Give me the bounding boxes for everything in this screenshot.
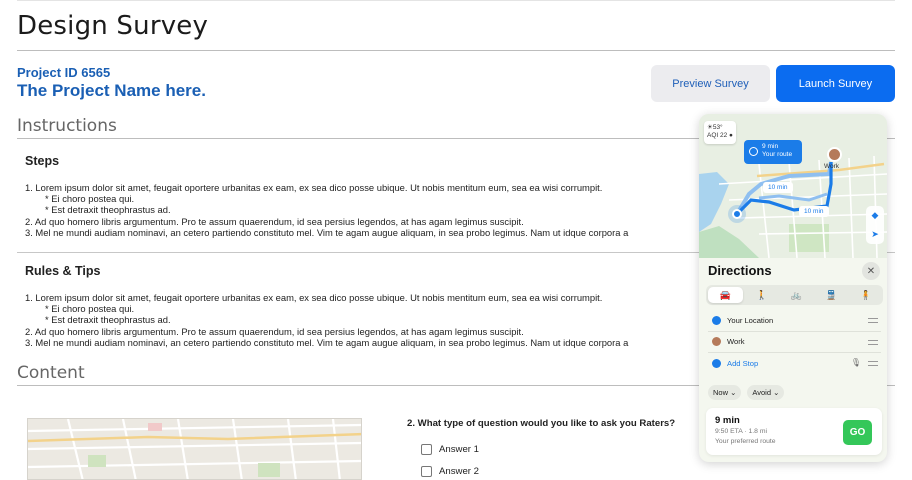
rules-list: 1. Lorem ipsum dolor sit amet, feugait o… xyxy=(25,292,628,348)
answer-2-label: Answer 2 xyxy=(439,466,479,477)
preview-survey-button[interactable]: Preview Survey xyxy=(651,65,770,102)
route-chip-time: 9 min xyxy=(762,143,779,150)
walk-mode-icon[interactable]: 🚶 xyxy=(745,285,780,305)
layers-icon[interactable]: ◆ xyxy=(866,206,884,225)
page-title: Design Survey xyxy=(17,11,209,41)
list-item: * Est detraxit theophrastus ad. xyxy=(45,204,171,216)
drag-handle-icon[interactable] xyxy=(868,361,878,366)
add-stop[interactable]: Add Stop 🎙 xyxy=(708,353,881,375)
directions-title: Directions xyxy=(708,263,772,278)
stop-work[interactable]: Work xyxy=(708,332,881,353)
route-card[interactable]: 9 min 9:50 ETA · 1.8 mi Your preferred r… xyxy=(706,408,882,455)
project-id: Project ID 6565 xyxy=(17,65,111,80)
go-button[interactable]: GO xyxy=(843,420,872,445)
instructions-heading: Instructions xyxy=(17,116,117,136)
location-icon xyxy=(712,315,721,325)
list-item: 3. Mel ne mundi audiam nominavi, an cete… xyxy=(25,226,629,238)
work-pin-icon[interactable] xyxy=(827,147,842,162)
transit-mode-icon[interactable]: 🚆 xyxy=(814,285,849,305)
depart-now-button[interactable]: Now ⌄ xyxy=(708,385,742,400)
answer-option-1[interactable]: Answer 1 xyxy=(421,444,479,455)
weather-badge: ☀53° AQI 22 ● xyxy=(704,121,736,144)
launch-survey-button[interactable]: Launch Survey xyxy=(776,65,895,102)
route-options: Now ⌄ Avoid ⌄ xyxy=(708,385,785,400)
weather-aqi: AQI 22 ● xyxy=(707,132,733,139)
map-thumbnail[interactable] xyxy=(27,418,362,480)
rideshare-mode-icon[interactable]: 🧍 xyxy=(848,285,883,305)
avoid-button[interactable]: Avoid ⌄ xyxy=(747,385,785,400)
top-divider xyxy=(17,0,895,1)
work-icon xyxy=(712,337,721,347)
stop-label: Your Location xyxy=(727,315,774,325)
locate-arrow-icon[interactable]: ➤ xyxy=(866,225,884,244)
route-stops: Your Location Work Add Stop 🎙 xyxy=(708,310,881,374)
rules-heading: Rules & Tips xyxy=(25,264,101,278)
bike-mode-icon[interactable]: 🚲 xyxy=(779,285,814,305)
list-item: 3. Mel ne mundi audiam nominavi, an cete… xyxy=(25,336,629,348)
drag-handle-icon[interactable] xyxy=(868,339,878,345)
weather-temp: ☀53° xyxy=(707,124,723,131)
alt-route-time-2[interactable]: 10 min xyxy=(799,206,829,217)
route-note: Your preferred route xyxy=(715,438,776,445)
drag-handle-icon[interactable] xyxy=(868,318,878,323)
alt-route-time-1[interactable]: 10 min xyxy=(763,182,793,193)
list-item: * Ei choro postea qui. xyxy=(45,303,135,315)
transport-mode-selector: 🚘 🚶 🚲 🚆 🧍 xyxy=(706,285,883,305)
content-heading: Content xyxy=(17,363,85,383)
list-item: * Est detraxit theophrastus ad. xyxy=(45,314,171,326)
current-location-icon xyxy=(732,209,742,219)
answer-1-label: Answer 1 xyxy=(439,444,479,455)
steps-heading: Steps xyxy=(25,154,60,168)
route-eta: 9:50 ETA · 1.8 mi xyxy=(715,428,768,435)
list-item: 1. Lorem ipsum dolor sit amet, feugait o… xyxy=(25,182,603,193)
list-item: 2. Ad quo homero libris argumentum. Pro … xyxy=(25,215,524,227)
answer-option-2[interactable]: Answer 2 xyxy=(421,466,479,477)
directions-panel: ☀53° AQI 22 ● 9 min Your route 10 min 10… xyxy=(699,114,887,462)
title-divider xyxy=(17,50,895,51)
microphone-icon[interactable]: 🎙 xyxy=(851,358,861,367)
route-chip-label: Your route xyxy=(762,151,793,158)
stop-your-location[interactable]: Your Location xyxy=(708,310,881,332)
answer-2-checkbox[interactable] xyxy=(421,466,432,477)
close-button[interactable]: ✕ xyxy=(862,262,880,280)
car-mode-icon[interactable]: 🚘 xyxy=(708,287,743,303)
stop-label: Work xyxy=(727,337,745,347)
steps-list: 1. Lorem ipsum dolor sit amet, feugait o… xyxy=(25,182,628,238)
list-item: * Ei choro postea qui. xyxy=(45,193,135,205)
clock-icon xyxy=(749,147,758,156)
answer-1-checkbox[interactable] xyxy=(421,444,432,455)
stop-label: Add Stop xyxy=(727,359,759,369)
map-thumbnail-graphic xyxy=(28,419,361,479)
list-item: 2. Ad quo homero libris argumentum. Pro … xyxy=(25,325,524,337)
question-2: 2. What type of question would you like … xyxy=(407,418,676,429)
project-name: The Project Name here. xyxy=(17,81,206,100)
plus-icon xyxy=(712,359,721,369)
work-pin-label: Work xyxy=(824,163,840,170)
list-item: 1. Lorem ipsum dolor sit amet, feugait o… xyxy=(25,292,603,303)
route-time: 9 min xyxy=(715,415,740,426)
route-map[interactable]: ☀53° AQI 22 ● 9 min Your route 10 min 10… xyxy=(699,114,887,259)
map-controls: ◆ ➤ xyxy=(866,206,884,244)
route-chip[interactable]: 9 min Your route xyxy=(744,140,802,164)
